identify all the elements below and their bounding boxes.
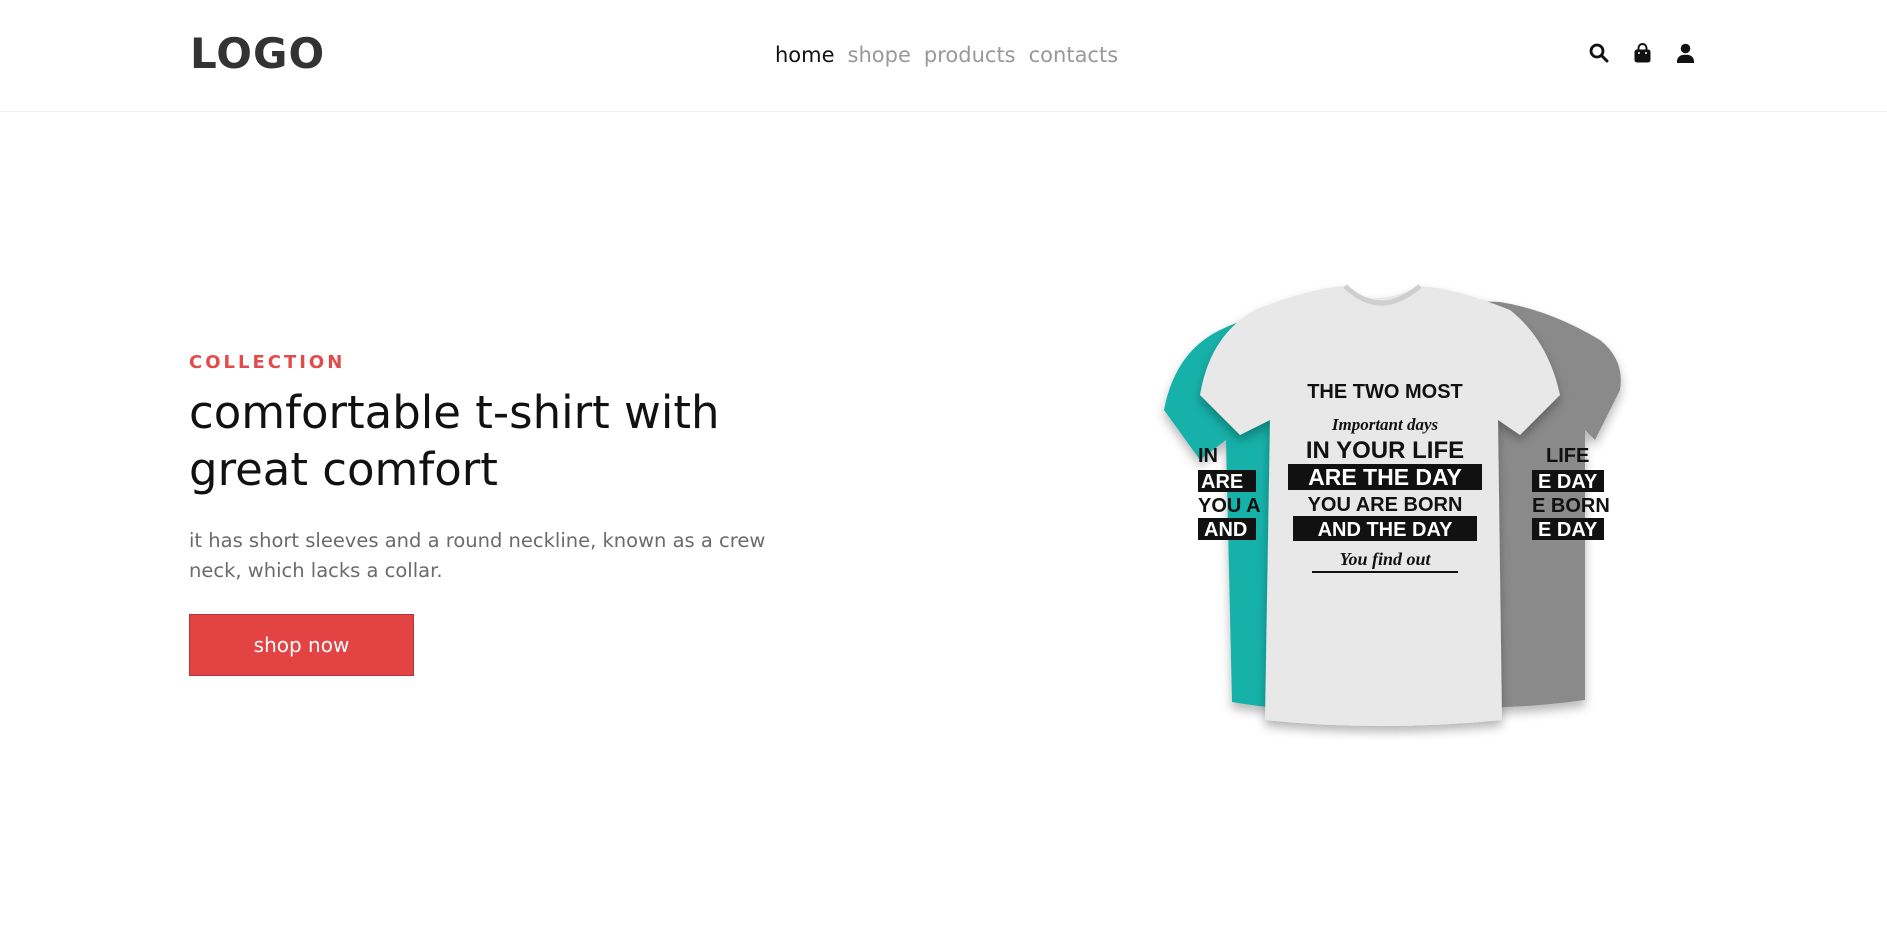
svg-text:ARE: ARE	[1201, 471, 1243, 493]
main-nav: home shope products contacts	[775, 40, 1118, 70]
nav-contacts[interactable]: contacts	[1029, 40, 1119, 70]
shop-now-button[interactable]: shop now	[189, 614, 414, 676]
print-line-7: You find out	[1339, 549, 1431, 569]
svg-text:IN: IN	[1198, 445, 1218, 467]
svg-text:E DAY: E DAY	[1538, 519, 1598, 541]
svg-text:AND: AND	[1204, 519, 1247, 541]
shopping-bag-icon[interactable]	[1631, 42, 1653, 64]
nav-shope[interactable]: shope	[848, 40, 911, 70]
search-icon[interactable]	[1588, 42, 1610, 64]
print-line-2: Important days	[1331, 415, 1439, 434]
logo[interactable]: LOGO	[190, 30, 325, 78]
tshirts-illustration: IN ARE YOU A AND LIFE E DAY E BORN E DAY…	[1164, 284, 1621, 726]
tshirts-image: IN ARE YOU A AND LIFE E DAY E BORN E DAY…	[1080, 280, 1710, 740]
user-icon[interactable]	[1674, 42, 1696, 64]
nav-products[interactable]: products	[924, 40, 1016, 70]
print-line-6: AND THE DAY	[1318, 519, 1453, 541]
hero-eyebrow: COLLECTION	[189, 352, 346, 373]
nav-home[interactable]: home	[775, 40, 835, 70]
site-header: LOGO home shope products contacts	[0, 0, 1887, 112]
print-line-3: IN YOUR LIFE	[1306, 437, 1464, 464]
svg-text:YOU A: YOU A	[1198, 495, 1261, 517]
svg-text:E BORN: E BORN	[1532, 495, 1610, 517]
hero-title: comfortable t-shirt with great comfort	[189, 386, 720, 496]
print-line-5: YOU ARE BORN	[1308, 494, 1463, 516]
hero-text: COLLECTION comfortable t-shirt with grea…	[189, 350, 809, 676]
svg-text:E DAY: E DAY	[1538, 471, 1598, 493]
svg-text:LIFE: LIFE	[1546, 445, 1589, 467]
hero-description: it has short sleeves and a round necklin…	[189, 529, 766, 582]
header-icons	[1588, 42, 1696, 64]
print-line-1: THE TWO MOST	[1307, 381, 1463, 403]
print-line-4: ARE THE DAY	[1308, 464, 1462, 490]
